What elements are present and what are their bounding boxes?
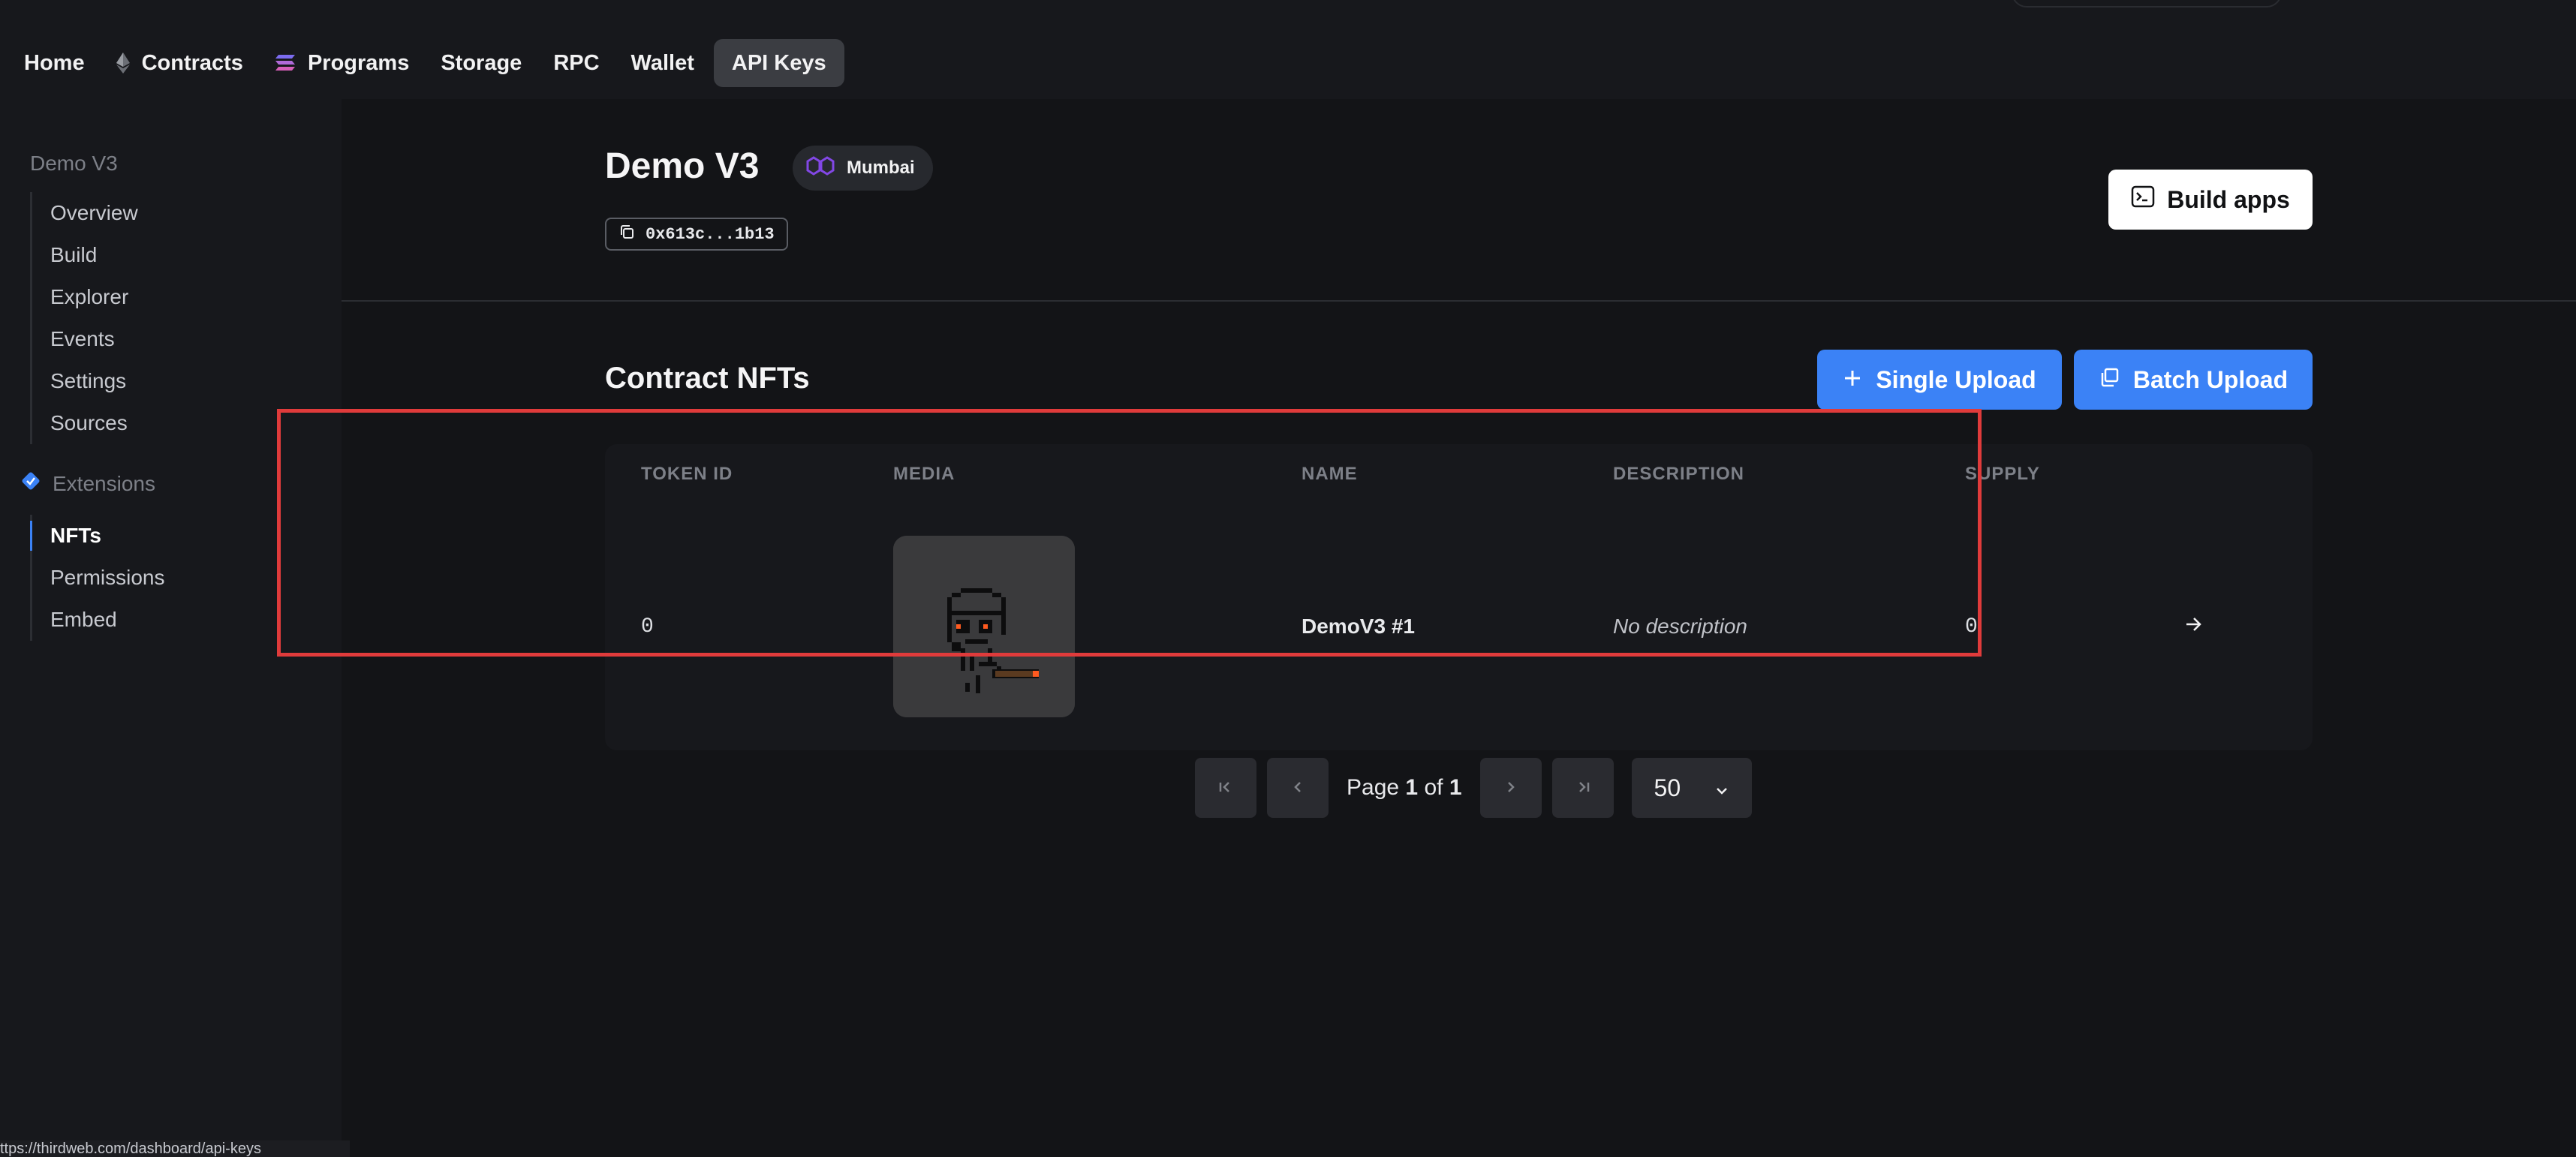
top-nav: Home Contracts Programs Storage RPC Wall… <box>0 0 2576 99</box>
nav-storage-label: Storage <box>441 50 522 75</box>
extensions-label: Extensions <box>53 471 155 495</box>
nav-api-keys-label: API Keys <box>731 50 826 75</box>
supply-cell: 0 <box>1965 615 1978 639</box>
sidebar-item-permissions[interactable]: Permissions <box>32 557 164 599</box>
chevron-right-icon <box>1505 775 1517 801</box>
nav-wallet-label: Wallet <box>630 50 694 75</box>
sidebar-item-nfts[interactable]: NFTs <box>29 515 164 557</box>
pagination: Page 1 of 1 50 <box>1195 758 1752 818</box>
network-label: Mumbai <box>847 158 915 178</box>
contract-title: Demo V3 <box>605 146 760 186</box>
nav-storage[interactable]: Storage <box>429 39 534 87</box>
nav-contracts[interactable]: Contracts <box>104 39 255 87</box>
total-pages: 1 <box>1449 775 1462 800</box>
build-apps-button[interactable]: Build apps <box>2108 170 2313 230</box>
prev-page-button[interactable] <box>1267 758 1329 818</box>
sidebar: Demo V3 Overview Build Explorer Events S… <box>0 99 342 1157</box>
network-badge[interactable]: Mumbai <box>793 146 933 191</box>
nft-table: TOKEN ID MEDIA NAME DESCRIPTION SUPPLY 0 <box>605 444 2313 750</box>
column-header-token-id: TOKEN ID <box>641 464 733 484</box>
chevron-down-icon <box>1714 774 1729 802</box>
solana-icon <box>275 54 296 72</box>
nav-programs-label: Programs <box>307 50 410 75</box>
column-header-description: DESCRIPTION <box>1613 464 1745 484</box>
page-size-select[interactable]: 50 <box>1631 758 1752 818</box>
sidebar-item-events[interactable]: Events <box>32 318 138 360</box>
terminal-icon <box>2131 185 2155 214</box>
arrow-right-icon <box>2183 614 2204 640</box>
first-page-icon <box>1217 775 1235 801</box>
search-box[interactable] <box>2012 0 2282 8</box>
sidebar-item-embed[interactable]: Embed <box>32 599 164 641</box>
sidebar-item-build[interactable]: Build <box>32 234 138 276</box>
media-cell <box>893 504 1075 749</box>
extensions-icon <box>21 471 41 496</box>
column-header-media: MEDIA <box>893 464 955 484</box>
header-divider <box>342 300 2576 302</box>
plus-icon <box>1843 366 1862 394</box>
sidebar-item-sources[interactable]: Sources <box>32 402 138 444</box>
sidebar-extensions-title: Extensions <box>21 471 155 496</box>
copy-icon <box>618 224 635 245</box>
batch-upload-button[interactable]: Batch Upload <box>2074 350 2313 410</box>
status-bar-url: ttps://thirdweb.com/dashboard/api-keys <box>0 1140 350 1157</box>
nav-rpc-label: RPC <box>553 50 600 75</box>
table-row[interactable]: 0 DemoV3 #1 No description 0 <box>605 504 2313 749</box>
nav-api-keys[interactable]: API Keys <box>713 39 844 87</box>
batch-upload-label: Batch Upload <box>2132 365 2289 393</box>
next-page-button[interactable] <box>1479 758 1542 818</box>
chevron-left-icon <box>1292 775 1304 801</box>
sidebar-extension-list: NFTs Permissions Embed <box>29 515 164 641</box>
sidebar-item-settings[interactable]: Settings <box>32 360 138 402</box>
batch-icon <box>2099 366 2120 394</box>
nft-image <box>893 536 1075 717</box>
page-size-value: 50 <box>1654 774 1681 801</box>
nav-programs[interactable]: Programs <box>263 39 421 87</box>
first-page-button[interactable] <box>1195 758 1256 818</box>
page-indicator: Page 1 of 1 <box>1339 775 1470 801</box>
last-page-icon <box>1574 775 1592 801</box>
ethereum-icon <box>116 53 130 74</box>
single-upload-label: Single Upload <box>1876 365 2036 393</box>
last-page-button[interactable] <box>1551 758 1614 818</box>
nft-description-cell: No description <box>1613 615 1747 638</box>
of-word: of <box>1424 775 1443 800</box>
section-title: Contract NFTs <box>605 362 810 395</box>
current-page: 1 <box>1405 775 1419 800</box>
nav-rpc[interactable]: RPC <box>541 39 611 87</box>
page-word: Page <box>1347 775 1400 800</box>
app-root: Home Contracts Programs Storage RPC Wall… <box>0 0 2576 1157</box>
nft-name-cell: DemoV3 #1 <box>1302 615 1415 638</box>
nav-home[interactable]: Home <box>12 39 97 87</box>
polygon-icon <box>805 154 836 183</box>
nav-items: Home Contracts Programs Storage RPC Wall… <box>12 39 844 87</box>
build-apps-label: Build apps <box>2167 185 2290 213</box>
nav-home-label: Home <box>24 50 85 75</box>
sidebar-item-overview[interactable]: Overview <box>32 192 138 234</box>
row-open-button[interactable] <box>2183 504 2204 749</box>
nav-contracts-label: Contracts <box>141 50 243 75</box>
contract-address: 0x613c...1b13 <box>646 224 775 244</box>
main-content: Demo V3 Mumbai 0x613c...1b13 Build apps … <box>342 99 2576 1157</box>
sidebar-item-explorer[interactable]: Explorer <box>32 276 138 318</box>
token-id-cell: 0 <box>641 615 654 639</box>
sidebar-group-title: Demo V3 <box>30 152 118 175</box>
column-header-name: NAME <box>1302 464 1358 484</box>
sidebar-main-list: Overview Build Explorer Events Settings … <box>30 192 138 444</box>
single-upload-button[interactable]: Single Upload <box>1817 350 2062 410</box>
nav-wallet[interactable]: Wallet <box>619 39 706 87</box>
contract-address-copy[interactable]: 0x613c...1b13 <box>605 218 788 251</box>
column-header-supply: SUPPLY <box>1965 464 2040 484</box>
